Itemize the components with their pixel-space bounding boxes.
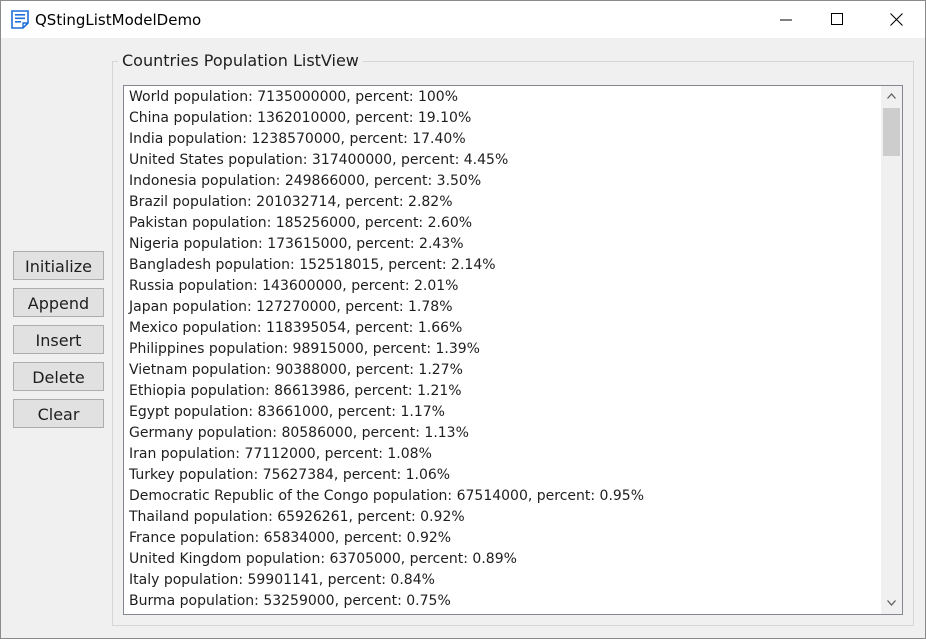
scroll-up-button[interactable] [881, 86, 902, 107]
list-item[interactable]: Vietnam population: 90388000, percent: 1… [129, 360, 879, 381]
list-item[interactable]: Ethiopia population: 86613986, percent: … [129, 381, 879, 402]
list-item[interactable]: Indonesia population: 249866000, percent… [129, 171, 879, 192]
list-item[interactable]: Germany population: 80586000, percent: 1… [129, 423, 879, 444]
minimize-icon [780, 19, 792, 21]
list-item[interactable]: India population: 1238570000, percent: 1… [129, 129, 879, 150]
list-document-icon [11, 10, 29, 29]
list-item[interactable]: Italy population: 59901141, percent: 0.8… [129, 570, 879, 591]
clear-button[interactable]: Clear [13, 399, 104, 428]
list-item[interactable]: United States population: 317400000, per… [129, 150, 879, 171]
list-item[interactable]: Egypt population: 83661000, percent: 1.1… [129, 402, 879, 423]
list-item[interactable]: Iran population: 77112000, percent: 1.08… [129, 444, 879, 465]
close-button[interactable] [873, 1, 919, 38]
list-item[interactable]: Mexico population: 118395054, percent: 1… [129, 318, 879, 339]
list-item[interactable]: China population: 1362010000, percent: 1… [129, 108, 879, 129]
list-item[interactable]: Pakistan population: 185256000, percent:… [129, 213, 879, 234]
list-item[interactable]: Democratic Republic of the Congo populat… [129, 486, 879, 507]
list-item[interactable]: Philippines population: 98915000, percen… [129, 339, 879, 360]
minimize-button[interactable] [763, 1, 809, 38]
list-items: World population: 7135000000, percent: 1… [129, 87, 879, 612]
list-item[interactable]: Burma population: 53259000, percent: 0.7… [129, 591, 879, 612]
window-title: QStingListModelDemo [35, 11, 202, 29]
countries-listview[interactable]: World population: 7135000000, percent: 1… [123, 85, 903, 615]
list-item[interactable]: Nigeria population: 173615000, percent: … [129, 234, 879, 255]
main-window: QStingListModelDemo Initialize Append In… [0, 0, 926, 639]
chevron-down-icon [887, 600, 896, 606]
insert-button[interactable]: Insert [13, 325, 104, 354]
list-item[interactable]: Brazil population: 201032714, percent: 2… [129, 192, 879, 213]
chevron-up-icon [887, 93, 896, 99]
list-item[interactable]: Japan population: 127270000, percent: 1.… [129, 297, 879, 318]
initialize-button[interactable]: Initialize [13, 251, 104, 280]
append-button[interactable]: Append [13, 288, 104, 317]
list-item[interactable]: United Kingdom population: 63705000, per… [129, 549, 879, 570]
scroll-down-button[interactable] [881, 593, 902, 614]
maximize-icon [831, 13, 843, 25]
vertical-scrollbar[interactable] [881, 86, 902, 614]
close-icon [890, 13, 903, 26]
list-item[interactable]: France population: 65834000, percent: 0.… [129, 528, 879, 549]
list-item[interactable]: Bangladesh population: 152518015, percen… [129, 255, 879, 276]
list-item[interactable]: World population: 7135000000, percent: 1… [129, 87, 879, 108]
maximize-button[interactable] [814, 1, 860, 38]
list-item[interactable]: Thailand population: 65926261, percent: … [129, 507, 879, 528]
groupbox-title: Countries Population ListView [118, 50, 363, 71]
scroll-thumb[interactable] [883, 108, 900, 156]
title-bar[interactable]: QStingListModelDemo [1, 1, 925, 38]
delete-button[interactable]: Delete [13, 362, 104, 391]
list-item[interactable]: Russia population: 143600000, percent: 2… [129, 276, 879, 297]
list-item[interactable]: Turkey population: 75627384, percent: 1.… [129, 465, 879, 486]
